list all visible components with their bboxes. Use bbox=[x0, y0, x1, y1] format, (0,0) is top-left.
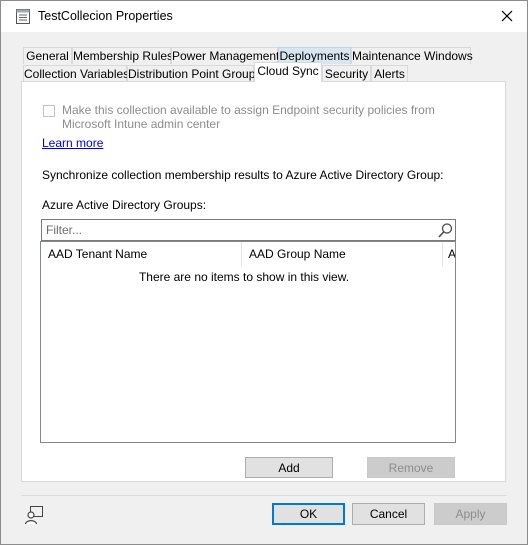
tab-alerts[interactable]: Alerts bbox=[371, 65, 408, 82]
tab-cloud-sync[interactable]: Cloud Sync bbox=[254, 62, 322, 82]
column-header-tenant[interactable]: AAD Tenant Name bbox=[41, 242, 241, 266]
apply-button[interactable]: Apply bbox=[434, 503, 507, 525]
window-title: TestCollecion Properties bbox=[38, 9, 173, 23]
search-icon[interactable] bbox=[437, 222, 454, 239]
footer-divider bbox=[21, 495, 507, 496]
filter-input[interactable] bbox=[42, 220, 436, 240]
aad-groups-label: Azure Active Directory Groups: bbox=[42, 198, 207, 212]
learn-more-link[interactable]: Learn more bbox=[42, 136, 103, 150]
tab-maintenance-windows[interactable]: Maintenance Windows bbox=[351, 47, 473, 64]
title-bar: TestCollecion Properties bbox=[1, 1, 527, 32]
column-header-more[interactable]: A bbox=[443, 242, 455, 266]
close-icon bbox=[501, 10, 513, 22]
tab-collection-variables[interactable]: Collection Variables bbox=[23, 65, 129, 82]
properties-dialog: TestCollecion Properties General Members… bbox=[0, 0, 528, 545]
column-header-group[interactable]: AAD Group Name bbox=[242, 242, 442, 266]
properties-icon bbox=[16, 9, 30, 24]
endpoint-security-checkbox[interactable] bbox=[43, 105, 55, 117]
sync-label: Synchronize collection membership result… bbox=[42, 168, 444, 182]
tab-membership-rules[interactable]: Membership Rules bbox=[72, 47, 173, 64]
remove-button[interactable]: Remove bbox=[367, 457, 455, 478]
tab-general[interactable]: General bbox=[23, 47, 72, 64]
tab-distribution-point-groups[interactable]: Distribution Point Groups bbox=[127, 65, 261, 82]
cancel-button[interactable]: Cancel bbox=[352, 503, 425, 525]
endpoint-security-checkbox-label: Make this collection available to assign… bbox=[62, 103, 435, 131]
help-person-icon[interactable] bbox=[24, 505, 44, 525]
cloud-sync-panel: Make this collection available to assign… bbox=[21, 81, 506, 482]
add-button[interactable]: Add bbox=[245, 457, 333, 478]
ok-button[interactable]: OK bbox=[272, 503, 345, 525]
empty-list-message: There are no items to show in this view. bbox=[138, 270, 350, 284]
filter-box bbox=[41, 219, 456, 241]
aad-groups-list[interactable]: AAD Tenant Name AAD Group Name A There a… bbox=[40, 241, 456, 443]
close-button[interactable] bbox=[489, 1, 525, 31]
tab-security[interactable]: Security bbox=[322, 65, 371, 82]
